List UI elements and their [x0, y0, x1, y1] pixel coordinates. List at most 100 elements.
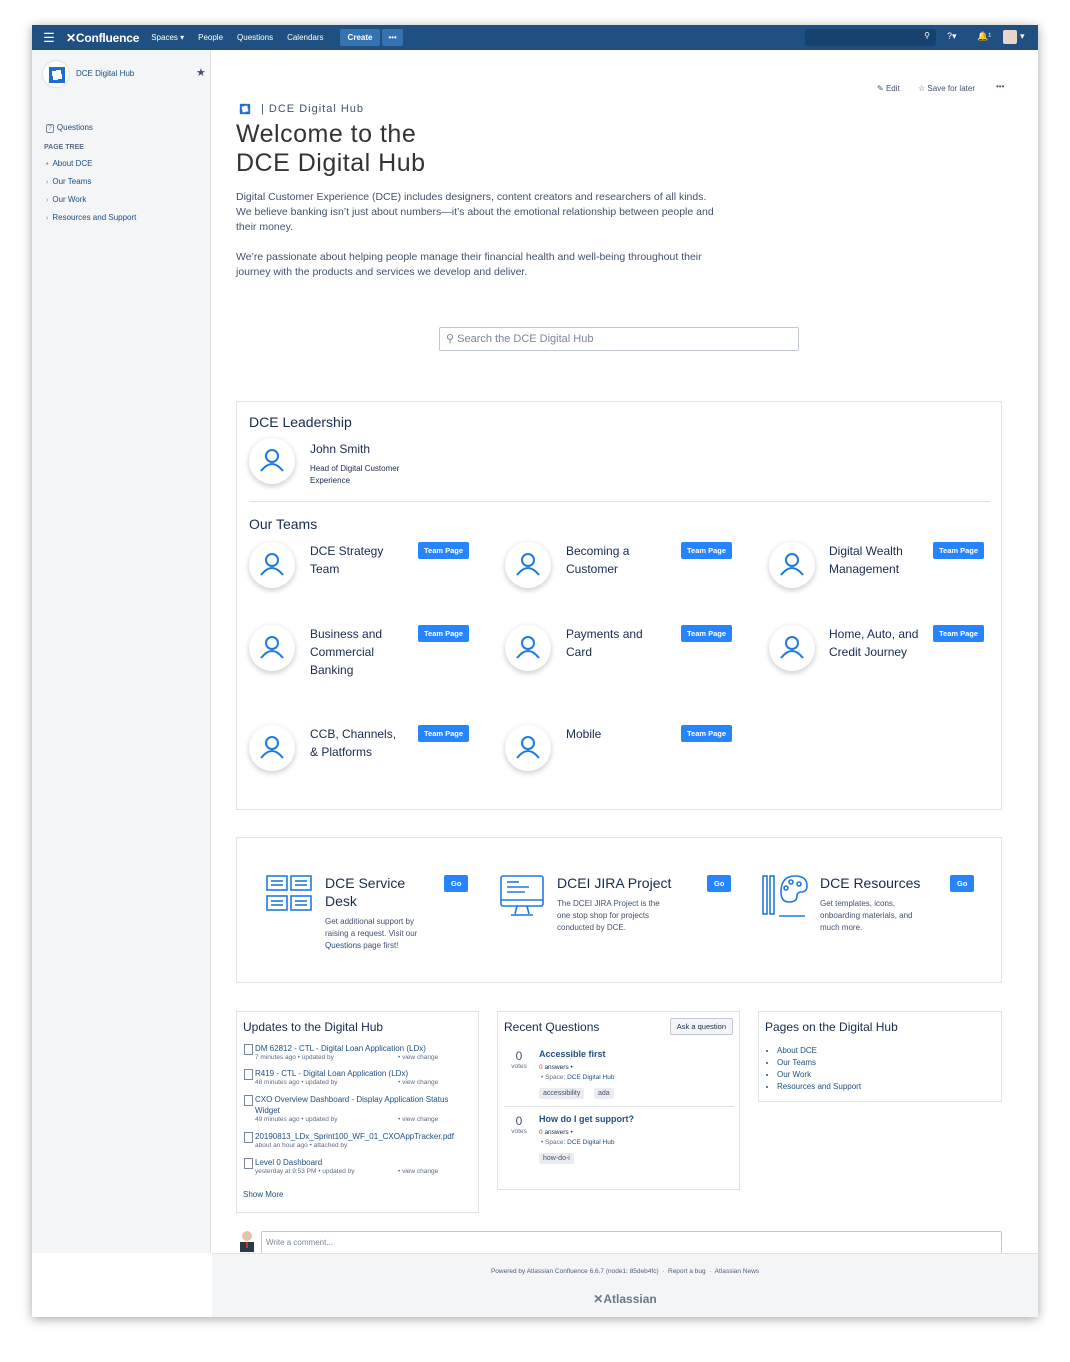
- dce-resources-desc: Get templates, icons, onboarding materia…: [820, 899, 913, 932]
- sidebar-item-questions[interactable]: ? Questions: [46, 123, 93, 133]
- pages-list: About DCE Our Teams Our Work Resources a…: [777, 1045, 861, 1093]
- chevron-right-icon[interactable]: ›: [46, 179, 48, 186]
- atlassian-logo-text: Atlassian: [603, 1292, 657, 1306]
- view-change-link[interactable]: • view change: [398, 1116, 438, 1123]
- space-link[interactable]: DCE Digital Hub: [567, 1139, 614, 1146]
- question-title[interactable]: Accessible first: [539, 1049, 606, 1059]
- sidebar-item-resources[interactable]: › Resources and Support: [46, 213, 136, 222]
- sidebar-item-label: About DCE: [52, 159, 93, 168]
- view-change-link[interactable]: • view change: [398, 1054, 438, 1061]
- help-icon[interactable]: ?▾: [947, 31, 957, 42]
- update-meta: 49 minutes ago • updated by • view change: [243, 1116, 473, 1126]
- space-prefix: • Space:: [541, 1074, 566, 1081]
- user-avatar[interactable]: [1003, 30, 1017, 44]
- chevron-right-icon[interactable]: ›: [46, 215, 48, 222]
- questions-link[interactable]: Questions: [325, 941, 361, 950]
- more-create-button[interactable]: •••: [382, 29, 403, 46]
- leader-avatar: [249, 438, 295, 484]
- vote-number: 0: [515, 1049, 523, 1063]
- dce-resources-go-button[interactable]: Go: [950, 875, 975, 892]
- jira-go-button[interactable]: Go: [707, 875, 732, 892]
- service-desk-desc-text: Get additional support by raising a requ…: [325, 917, 418, 938]
- team-page-button[interactable]: Team Page: [933, 542, 985, 559]
- team-name: Business and Commercial Banking: [310, 627, 383, 677]
- ask-question-button[interactable]: Ask a question: [669, 1018, 733, 1035]
- page-link-our-work[interactable]: Our Work: [777, 1069, 861, 1081]
- update-link[interactable]: R419 - CTL - Digital Loan Application (L…: [243, 1068, 473, 1080]
- leader-name: John Smith: [310, 442, 371, 456]
- team-page-button[interactable]: Team Page: [418, 725, 470, 742]
- global-search-input[interactable]: ⚲: [805, 29, 936, 46]
- show-more-link[interactable]: Show More: [243, 1190, 283, 1199]
- chat-bubbles-icon: [266, 875, 312, 911]
- question-title[interactable]: How do I get support?: [539, 1114, 634, 1124]
- space-name[interactable]: DCE Digital Hub: [76, 69, 134, 78]
- sidebar: DCE Digital Hub ★ ? Questions PAGE TREE •…: [32, 50, 211, 1253]
- page-link-our-teams[interactable]: Our Teams: [777, 1057, 861, 1069]
- nav-calendars[interactable]: Calendars: [287, 33, 323, 42]
- tag-accessibility[interactable]: accessibility: [539, 1088, 585, 1099]
- team-page-button[interactable]: Team Page: [933, 625, 985, 642]
- vote-count: 0 votes: [504, 1114, 534, 1135]
- update-link[interactable]: CXO Overview Dashboard - Display Applica…: [243, 1094, 473, 1116]
- service-desk-go-button[interactable]: Go: [444, 875, 469, 892]
- bullet-icon: •: [46, 161, 49, 168]
- update-link[interactable]: DM 62812 - CTL - Digital Loan Applicatio…: [243, 1043, 473, 1055]
- sidebar-item-about-dce[interactable]: • About DCE: [46, 159, 92, 168]
- more-actions-icon[interactable]: •••: [996, 82, 1004, 91]
- team-page-button[interactable]: Team Page: [418, 542, 470, 559]
- team-page-button[interactable]: Team Page: [681, 542, 733, 559]
- sidebar-item-our-work[interactable]: › Our Work: [46, 195, 86, 204]
- create-button[interactable]: Create: [339, 29, 381, 46]
- chevron-right-icon[interactable]: ›: [46, 197, 48, 204]
- answers-label: answers •: [544, 1129, 573, 1136]
- team-name: Digital Wealth Management: [829, 544, 903, 576]
- team-page-button[interactable]: Team Page: [681, 625, 733, 642]
- save-for-later-button[interactable]: ☆ Save for later: [918, 84, 975, 93]
- question-space: • Space: DCE Digital Hub: [541, 1074, 614, 1081]
- nav-spaces[interactable]: Spaces ▾: [151, 33, 184, 42]
- person-icon: [260, 449, 284, 472]
- nav-questions[interactable]: Questions: [237, 33, 273, 42]
- edit-button[interactable]: ✎ Edit: [877, 84, 900, 93]
- star-icon[interactable]: ★: [196, 66, 206, 79]
- page-link-resources[interactable]: Resources and Support: [777, 1081, 861, 1093]
- chevron-down-icon[interactable]: ▾: [1020, 31, 1025, 42]
- menu-icon[interactable]: ☰: [32, 30, 66, 46]
- space-link[interactable]: DCE Digital Hub: [567, 1074, 614, 1081]
- tag-how-do-i[interactable]: how-do-i: [539, 1153, 574, 1164]
- tag-ada[interactable]: ada: [594, 1088, 614, 1099]
- pencil-icon: ✎: [877, 84, 884, 93]
- sidebar-item-our-teams[interactable]: › Our Teams: [46, 177, 91, 186]
- hub-search-input[interactable]: ⚲ Search the DCE Digital Hub: [439, 327, 799, 351]
- page-link-about-dce[interactable]: About DCE: [777, 1045, 861, 1057]
- vote-count: 0 votes: [504, 1049, 534, 1070]
- footer: Powered by Atlassian Confluence 6.6.7 (n…: [212, 1253, 1038, 1317]
- atlassian-news-link[interactable]: Atlassian News: [715, 1268, 759, 1275]
- view-change-link[interactable]: • view change: [398, 1079, 438, 1086]
- report-bug-link[interactable]: Report a bug: [668, 1268, 706, 1275]
- page-title-line-2: DCE Digital Hub: [236, 149, 426, 177]
- update-meta-text: 49 minutes ago • updated by: [255, 1116, 338, 1123]
- view-change-link[interactable]: • view change: [398, 1168, 438, 1175]
- update-link[interactable]: Level 0 Dashboard: [243, 1157, 473, 1169]
- votes-label: votes: [511, 1063, 527, 1070]
- nav-people[interactable]: People: [198, 33, 223, 42]
- space-logo[interactable]: [42, 60, 70, 88]
- person-icon: [516, 636, 540, 659]
- team-avatar: [505, 625, 551, 671]
- confluence-logo-text: Confluence: [75, 30, 140, 45]
- person-icon: [260, 736, 284, 759]
- team-page-button[interactable]: Team Page: [418, 625, 470, 642]
- update-meta: yesterday at 9:53 PM • updated by • view …: [243, 1168, 473, 1178]
- notifications-icon[interactable]: 🔔¹: [977, 31, 991, 42]
- confluence-logo[interactable]: ✕Confluence: [66, 31, 139, 45]
- person-icon: [260, 553, 284, 576]
- update-link[interactable]: 20190813_LDx_Sprint100_WF_01_CXOAppTrack…: [243, 1131, 473, 1143]
- breadcrumb-text: | DCE Digital Hub: [261, 103, 364, 115]
- list-item: 20190813_LDx_Sprint100_WF_01_CXOAppTrack…: [243, 1131, 473, 1152]
- team-page-button[interactable]: Team Page: [681, 725, 733, 742]
- star-outline-icon: ☆: [918, 84, 926, 93]
- chase-logo-icon: [239, 103, 251, 115]
- sidebar-item-label: Questions: [56, 123, 93, 132]
